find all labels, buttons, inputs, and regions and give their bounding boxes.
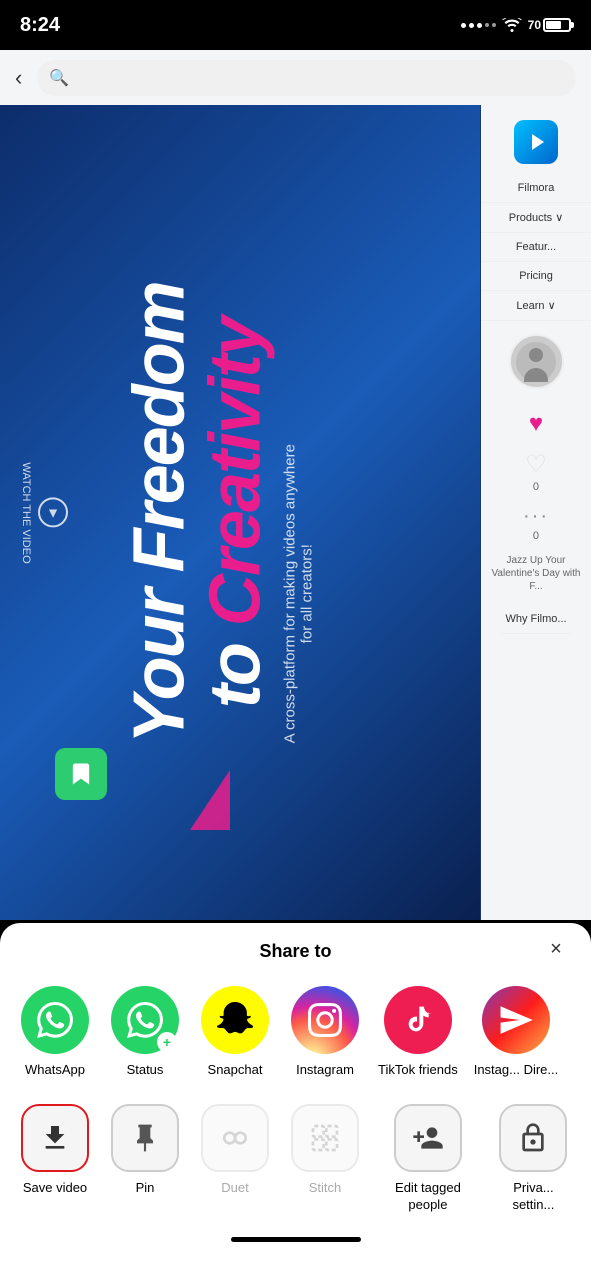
watch-label: WATCH THE VIDEO <box>20 462 32 563</box>
status-icons: 70 <box>461 18 571 32</box>
instagram-direct-icon <box>482 986 550 1054</box>
share-status[interactable]: + Status <box>100 981 190 1084</box>
signal-dot-2 <box>469 23 474 28</box>
status-time: 8:24 <box>20 14 60 37</box>
sidebar-why-filmora[interactable]: Why Filmo... <box>501 605 570 634</box>
status-bar: 8:24 70 <box>0 0 591 50</box>
home-indicator <box>0 1229 591 1250</box>
private-settings-icon <box>499 1104 567 1172</box>
action-icons: ♥ ♡ 0 ··· 0 Jazz Up Your Valentine's Day… <box>491 402 581 642</box>
save-video-icon <box>21 1104 89 1172</box>
pin-label: Pin <box>136 1180 155 1197</box>
user-avatar[interactable] <box>509 334 564 389</box>
home-bar <box>231 1237 361 1242</box>
share-edit-tagged[interactable]: Edit tagged people <box>370 1099 486 1219</box>
hero-text-wrapper: Your Freedom to Creativity A cross-platf… <box>124 282 316 743</box>
tiktok-friends-icon <box>384 986 452 1054</box>
close-button[interactable]: × <box>541 935 571 965</box>
duet-icon <box>201 1104 269 1172</box>
right-sidebar: Filmora Products ∨ Featur... Pricing Lea… <box>481 105 591 920</box>
snapchat-label: Snapchat <box>208 1062 263 1079</box>
signal-dot-4 <box>485 23 489 27</box>
avatar-image <box>516 342 556 382</box>
back-button[interactable]: ‹ <box>15 65 22 91</box>
pin-icon <box>111 1104 179 1172</box>
share-pin[interactable]: Pin <box>100 1099 190 1219</box>
whatsapp-label: WhatsApp <box>25 1062 85 1079</box>
like-button[interactable]: ♥ <box>529 410 543 438</box>
decorative-arrow <box>190 770 230 830</box>
bookmark-float-icon <box>55 748 107 800</box>
tiktok-friends-label: TikTok friends <box>378 1062 458 1079</box>
battery-indicator: 70 <box>528 18 571 32</box>
share-instagram[interactable]: Instagram <box>280 981 370 1084</box>
hero-line1: Your Freedom <box>124 282 196 743</box>
sidebar-nav-products[interactable]: Products ∨ <box>481 203 591 233</box>
battery-level: 70 <box>528 18 541 32</box>
share-sheet: Share to × WhatsApp + Status <box>0 923 591 1280</box>
share-tiktok-friends[interactable]: TikTok friends <box>370 981 466 1084</box>
hero-text-area: Your Freedom to Creativity A cross-platf… <box>80 185 360 840</box>
filmora-content: ▼ WATCH THE VIDEO Your Freedom to Creati… <box>0 105 480 920</box>
sidebar-nav-features[interactable]: Featur... <box>481 233 591 262</box>
status-label: Status <box>127 1062 164 1079</box>
share-whatsapp[interactable]: WhatsApp <box>10 981 100 1084</box>
share-snapchat[interactable]: Snapchat <box>190 981 280 1084</box>
share-row-1: WhatsApp + Status Snapchat <box>0 976 591 1099</box>
sidebar-promo-text: Jazz Up Your Valentine's Day with F... <box>491 554 581 593</box>
edit-tagged-label: Edit tagged people <box>378 1180 478 1214</box>
favorite-count: 0 <box>533 481 539 493</box>
share-duet: Duet <box>190 1099 280 1219</box>
search-bar[interactable]: 🔍 <box>37 60 576 96</box>
heart-outline-icon: ♡ <box>525 450 547 479</box>
watch-circle: ▼ <box>38 498 68 528</box>
sidebar-nav-pricing[interactable]: Pricing <box>481 262 591 291</box>
share-private-settings[interactable]: Priva... settin... <box>486 1099 581 1219</box>
filmora-logo[interactable] <box>514 120 558 164</box>
wifi-icon <box>502 18 522 32</box>
favorite-button[interactable]: ♡ 0 <box>525 450 547 493</box>
stitch-label: Stitch <box>309 1180 342 1197</box>
instagram-label: Instagram <box>296 1062 354 1079</box>
sidebar-nav: Filmora Products ∨ Featur... Pricing Lea… <box>481 174 591 321</box>
more-icon: ··· <box>523 505 549 528</box>
sidebar-nav-filmora[interactable]: Filmora <box>481 174 591 203</box>
share-row-2: Save video Pin Duet <box>0 1099 591 1229</box>
instagram-direct-label: Instag... Dire... <box>474 1062 559 1079</box>
comments-button[interactable]: ··· 0 <box>523 505 549 542</box>
battery-body <box>543 18 571 32</box>
edit-tagged-icon <box>394 1104 462 1172</box>
share-stitch: Stitch <box>280 1099 370 1219</box>
status-icon: + <box>111 986 179 1054</box>
stitch-icon <box>291 1104 359 1172</box>
hero-line2: to Creativity <box>200 282 272 743</box>
signal-dot-5 <box>492 23 496 27</box>
signal-dot-1 <box>461 23 466 28</box>
sidebar-nav-learn[interactable]: Learn ∨ <box>481 291 591 321</box>
save-video-label: Save video <box>23 1180 87 1197</box>
signal-dot-3 <box>477 23 482 28</box>
comments-count: 0 <box>533 530 539 542</box>
share-header: Share to × <box>0 923 591 976</box>
battery-fill <box>546 21 561 29</box>
instagram-icon <box>291 986 359 1054</box>
content-area: ‹ 🔍 ▼ WATCH THE VIDEO Your Freedom to Cr… <box>0 50 591 920</box>
share-instagram-direct[interactable]: Instag... Dire... <box>466 981 567 1084</box>
browser-nav: ‹ 🔍 <box>0 50 591 105</box>
heart-filled-icon: ♥ <box>529 410 543 438</box>
duet-label: Duet <box>221 1180 248 1197</box>
private-settings-label: Priva... settin... <box>494 1180 573 1214</box>
status-plus: + <box>157 1032 177 1052</box>
snapchat-icon <box>201 986 269 1054</box>
share-title: Share to <box>259 941 331 962</box>
watch-video-button[interactable]: ▼ WATCH THE VIDEO <box>20 462 68 563</box>
share-save-video[interactable]: Save video <box>10 1099 100 1219</box>
search-icon: 🔍 <box>49 68 69 88</box>
hero-tagline: A cross-platform for making videos anywh… <box>282 443 316 743</box>
carrier-signal <box>461 23 496 28</box>
whatsapp-icon <box>21 986 89 1054</box>
